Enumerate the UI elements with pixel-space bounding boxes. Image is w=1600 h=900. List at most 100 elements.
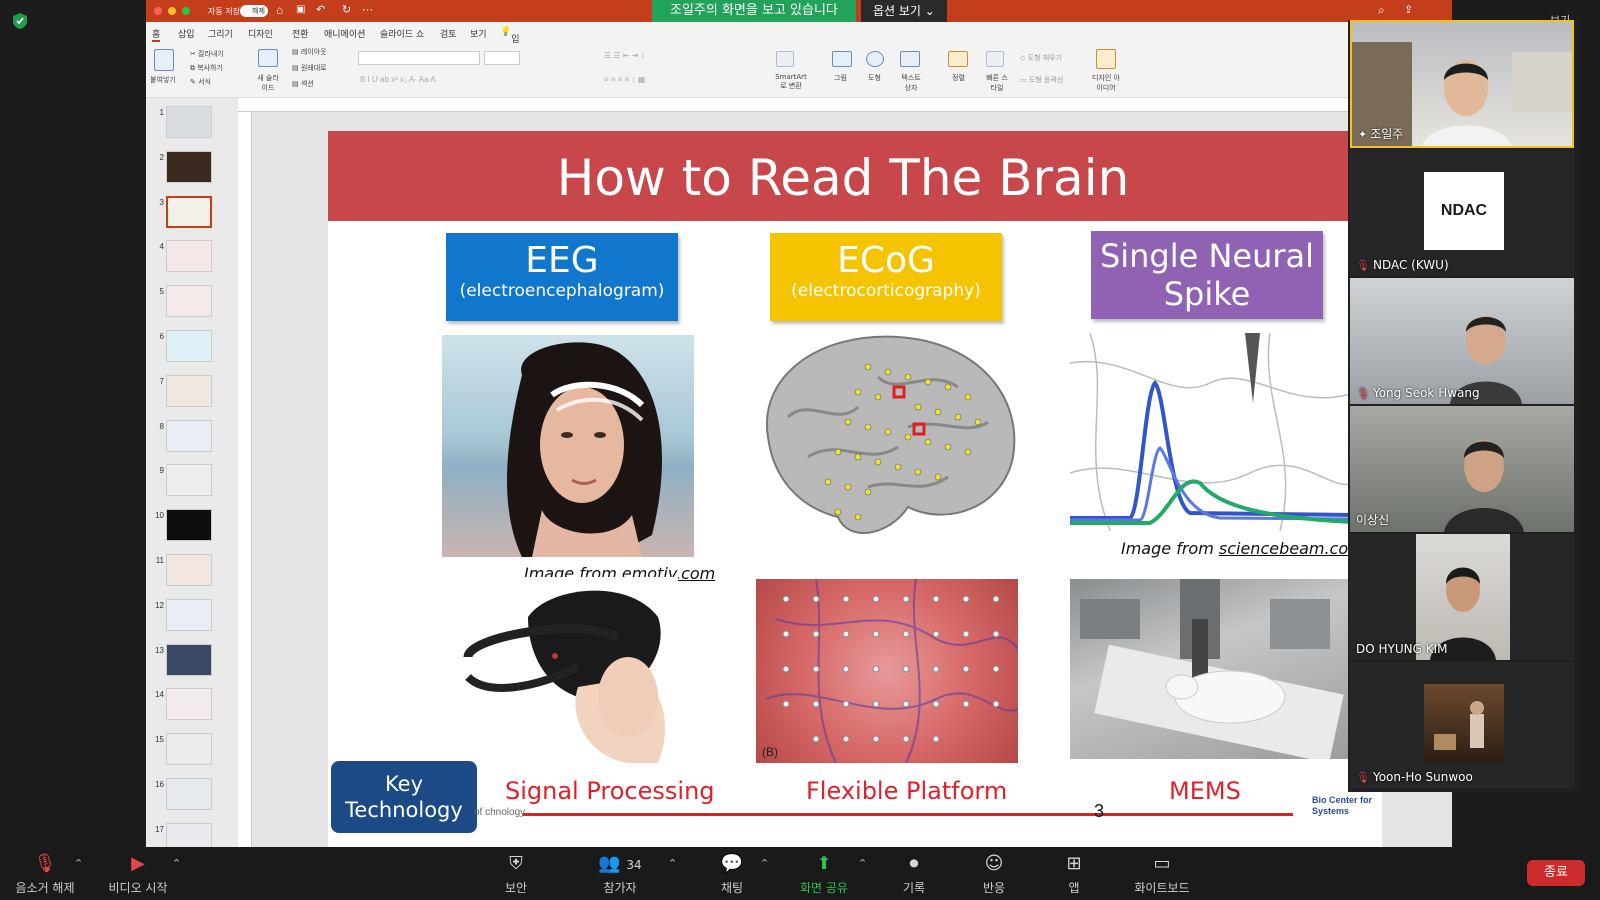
align-buttons[interactable]: ≡ ≡ ≡ ≡ ↕ ▦: [604, 75, 764, 85]
arrange-icon[interactable]: [948, 51, 968, 67]
reset-button[interactable]: ▤ 원래대로: [292, 63, 327, 73]
eeg-title: EEG: [525, 240, 599, 281]
tell-me-search[interactable]: 💡입력하세요: [500, 27, 520, 97]
slide-thumbnail[interactable]: [166, 598, 212, 631]
participant-name-text: 이상신: [1356, 513, 1390, 527]
slide-thumbnail[interactable]: [166, 464, 212, 497]
chat-chevron-icon[interactable]: ⌃: [760, 857, 769, 870]
tab-home[interactable]: 홈: [152, 27, 161, 42]
zoom-window: 보기 자동 저장 해제 ⌂ ▣ ↶ ↻ ⋯ 조일주의 화면을 보고 있습니다 옵…: [0, 0, 1600, 900]
copy-button[interactable]: ⧉ 복사하기: [190, 63, 223, 73]
view-options-button[interactable]: 옵션 보기 ⌄: [861, 0, 947, 22]
font-size-dropdown[interactable]: [484, 51, 520, 65]
slide-thumbnail[interactable]: [166, 688, 212, 721]
reactions-button[interactable]: ☺ 반응: [954, 851, 1034, 896]
tab-slideshow[interactable]: 슬라이드 쇼: [380, 27, 424, 40]
start-video-button[interactable]: ▶ 비디오 시작: [98, 851, 178, 896]
tab-insert[interactable]: 삽입: [178, 27, 195, 40]
audio-options-chevron-icon[interactable]: ⌃: [74, 857, 83, 870]
tab-draw[interactable]: 그리기: [208, 27, 233, 40]
slide-thumbnail[interactable]: [166, 822, 212, 847]
participant-name-text: Yoon-Ho Sunwoo: [1372, 770, 1473, 784]
maximize-window-icon[interactable]: [182, 7, 190, 15]
slide-thumbnail[interactable]: [166, 778, 212, 810]
participants-chevron-icon[interactable]: ⌃: [668, 857, 677, 870]
slide-thumbnail[interactable]: [166, 733, 212, 766]
undo-icon[interactable]: ↶: [316, 3, 325, 16]
home-icon[interactable]: ⌂: [276, 3, 283, 17]
start-video-label: 비디오 시작: [108, 881, 168, 895]
save-icon[interactable]: ▣: [296, 4, 305, 15]
section-button[interactable]: ▤ 섹션: [292, 79, 314, 89]
share-screen-button[interactable]: ⬆ 화면 공유: [784, 851, 864, 896]
tab-transitions[interactable]: 전환: [292, 27, 309, 40]
participant-tile[interactable]: 🎙 Yoon-Ho Sunwoo: [1350, 662, 1574, 788]
shape-fill-label: 도형 채우기: [1027, 54, 1063, 62]
muted-mic-icon: 🎙: [1356, 259, 1370, 272]
slide-thumbnail[interactable]: [166, 419, 212, 452]
font-format-buttons[interactable]: B I U ab x² x₂ A· Aa A: [360, 75, 560, 85]
record-button[interactable]: ⏺ 기록: [874, 851, 954, 896]
video-options-chevron-icon[interactable]: ⌃: [172, 857, 181, 870]
slide-thumbnail[interactable]: [166, 106, 212, 138]
font-name-dropdown[interactable]: [358, 51, 480, 65]
security-shield-icon[interactable]: [12, 12, 28, 30]
meeting-toolbar: 🎙 음소거 해제 ⌃ ▶ 비디오 시작 ⌃ ⛨ 보안 👥 34 참가자 ⌃ 💬 채팅 ⌃ …: [0, 847, 1600, 900]
sciencebeam-link[interactable]: sciencebeam.com: [1219, 539, 1364, 558]
minimize-window-icon[interactable]: [168, 7, 176, 15]
quick-styles-icon[interactable]: [986, 51, 1004, 67]
slide-thumbnail[interactable]: [166, 554, 212, 586]
paste-icon[interactable]: [154, 49, 174, 71]
slide-thumbnail[interactable]: [166, 240, 212, 273]
tab-review[interactable]: 검토: [440, 27, 457, 40]
design-ideas-icon[interactable]: [1096, 49, 1116, 69]
slide-thumbnail[interactable]: [166, 643, 212, 676]
tab-animations[interactable]: 애니메이션: [324, 27, 365, 40]
apps-button[interactable]: ⊞ 앱: [1034, 851, 1114, 896]
autosave-toggle[interactable]: 해제: [240, 5, 268, 17]
tab-view[interactable]: 보기: [470, 27, 487, 40]
unmute-button[interactable]: 🎙 음소거 해제: [5, 851, 85, 896]
picture-icon[interactable]: [832, 51, 852, 67]
slide-thumbnail-number: 2: [159, 152, 164, 162]
participant-tile[interactable]: NDAC 🎙 NDAC (KWU): [1350, 150, 1574, 276]
format-painter-button[interactable]: ✎ 서식: [190, 77, 211, 87]
smartart-icon[interactable]: [776, 51, 794, 67]
slide[interactable]: How to Read The Brain EEG (electroenceph…: [328, 131, 1382, 847]
participant-tile[interactable]: ✦ 조일주: [1350, 20, 1574, 148]
participant-tile[interactable]: DO HYUNG KIM: [1350, 534, 1574, 660]
layout-button[interactable]: ▤ 레이아웃: [292, 47, 327, 57]
slide-thumbnail[interactable]: [166, 509, 212, 542]
close-window-icon[interactable]: [154, 7, 162, 15]
paragraph-buttons[interactable]: ☰ ☰ ⇤ ⇥ ↕: [604, 51, 764, 61]
slide-thumbnail-number: 9: [159, 466, 164, 476]
share-icon[interactable]: ⇪: [1404, 3, 1413, 16]
slide-thumbnail[interactable]: [166, 330, 212, 362]
redo-icon[interactable]: ↻: [342, 3, 351, 16]
shape-fill-button[interactable]: ◇ 도형 채우기: [1020, 53, 1062, 63]
participants-button[interactable]: 👥 34 참가자: [580, 851, 660, 896]
participant-tile[interactable]: 🎙 Yong Seok Hwang: [1350, 278, 1574, 404]
whiteboard-button[interactable]: ▭ 화이트보드: [1122, 851, 1202, 896]
shape-outline-button[interactable]: ▭ 도형 윤곽선: [1020, 75, 1063, 85]
cut-button[interactable]: ✂ 잘라내기: [190, 49, 224, 59]
participants-icon: 👥 34: [598, 853, 642, 874]
new-slide-icon[interactable]: [258, 49, 278, 67]
share-chevron-icon[interactable]: ⌃: [858, 857, 867, 870]
end-meeting-button[interactable]: 종료: [1527, 860, 1585, 886]
slide-thumbnail[interactable]: [166, 195, 212, 228]
more-icon[interactable]: ⋯: [362, 3, 373, 16]
shapes-icon[interactable]: [866, 51, 884, 67]
slide-thumbnail-number: 11: [155, 556, 164, 565]
key-technology-box: Key Technology: [331, 761, 477, 833]
participant-tile[interactable]: 이상신: [1350, 406, 1574, 532]
search-icon[interactable]: ⌕: [1378, 3, 1385, 18]
slide-thumbnail[interactable]: [166, 150, 212, 183]
slide-thumbnail[interactable]: [166, 374, 212, 407]
textbox-icon[interactable]: [900, 51, 920, 67]
slide-thumbnail[interactable]: [166, 285, 212, 318]
slide-thumbnail-number: 14: [155, 690, 164, 700]
security-button[interactable]: ⛨ 보안: [476, 851, 556, 896]
arrange-label: 정렬: [952, 74, 965, 82]
tab-design[interactable]: 디자인: [248, 27, 273, 40]
